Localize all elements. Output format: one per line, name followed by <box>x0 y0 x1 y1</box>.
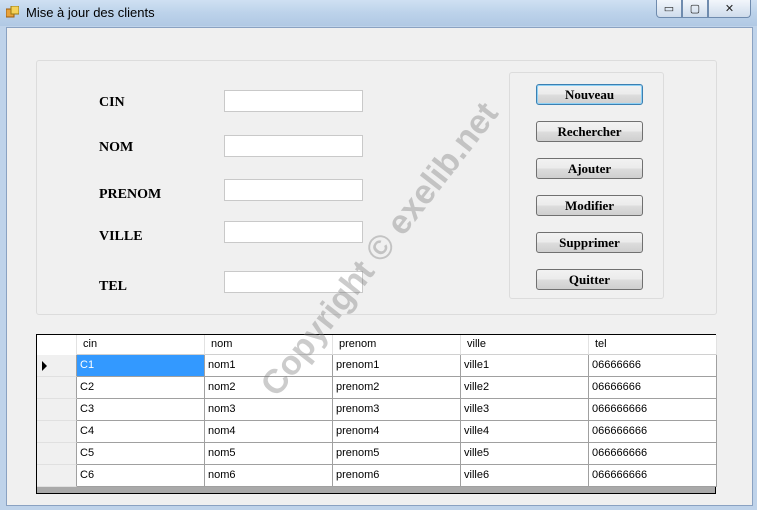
table-row[interactable]: C4 nom4 prenom4 ville4 066666666 <box>37 421 717 443</box>
grid-header: cin nom prenom ville tel <box>37 335 717 355</box>
label-ville: VILLE <box>99 229 143 244</box>
cell-nom[interactable]: nom4 <box>205 421 333 443</box>
close-icon: ✕ <box>724 3 735 15</box>
maximize-button[interactable]: ▢ <box>682 0 708 18</box>
title-bar: Mise à jour des clients ▭ ▢ ✕ <box>0 0 757 26</box>
cell-prenom[interactable]: prenom4 <box>333 421 461 443</box>
cell-prenom[interactable]: prenom3 <box>333 399 461 421</box>
column-header-prenom[interactable]: prenom <box>333 335 461 355</box>
column-header-cin[interactable]: cin <box>77 335 205 355</box>
cell-tel[interactable]: 066666666 <box>589 443 717 465</box>
row-header[interactable] <box>37 377 77 399</box>
tel-field[interactable] <box>224 271 363 293</box>
window-title: Mise à jour des clients <box>26 5 155 20</box>
cell-ville[interactable]: ville6 <box>461 465 589 487</box>
cell-prenom[interactable]: prenom5 <box>333 443 461 465</box>
ville-field[interactable] <box>224 221 363 243</box>
label-tel: TEL <box>99 279 128 294</box>
row-header[interactable] <box>37 421 77 443</box>
ajouter-button[interactable]: Ajouter <box>536 158 643 179</box>
label-cin: CIN <box>99 95 125 110</box>
cell-ville[interactable]: ville5 <box>461 443 589 465</box>
cell-tel[interactable]: 066666666 <box>589 465 717 487</box>
cell-cin[interactable]: C3 <box>77 399 205 421</box>
cell-cin[interactable]: C4 <box>77 421 205 443</box>
cell-nom[interactable]: nom1 <box>205 355 333 377</box>
cell-tel[interactable]: 066666666 <box>589 399 717 421</box>
cell-tel[interactable]: 06666666 <box>589 355 717 377</box>
supprimer-button[interactable]: Supprimer <box>536 232 643 253</box>
table-row[interactable]: C3 nom3 prenom3 ville3 066666666 <box>37 399 717 421</box>
column-header-ville[interactable]: ville <box>461 335 589 355</box>
cell-prenom[interactable]: prenom6 <box>333 465 461 487</box>
app-icon <box>6 6 19 18</box>
close-button[interactable]: ✕ <box>708 0 751 18</box>
cell-nom[interactable]: nom2 <box>205 377 333 399</box>
nom-field[interactable] <box>224 135 363 157</box>
table-row[interactable]: C5 nom5 prenom5 ville5 066666666 <box>37 443 717 465</box>
row-header[interactable] <box>37 399 77 421</box>
prenom-field[interactable] <box>224 179 363 201</box>
button-group: Nouveau Rechercher Ajouter Modifier Supp… <box>509 72 664 299</box>
cell-tel[interactable]: 066666666 <box>589 421 717 443</box>
grid-body: C1 nom1 prenom1 ville1 06666666 C2 nom2 prenom2… <box>37 355 717 487</box>
form-panel: CIN NOM PRENOM VILLE TEL Nouveau Recherc… <box>36 60 717 315</box>
rechercher-button[interactable]: Rechercher <box>536 121 643 142</box>
cell-nom[interactable]: nom5 <box>205 443 333 465</box>
nouveau-button[interactable]: Nouveau <box>536 84 643 105</box>
cell-cin[interactable]: C5 <box>77 443 205 465</box>
cell-nom[interactable]: nom3 <box>205 399 333 421</box>
cell-ville[interactable]: ville4 <box>461 421 589 443</box>
quitter-button[interactable]: Quitter <box>536 269 643 290</box>
label-nom: NOM <box>99 140 134 155</box>
minimize-button[interactable]: ▭ <box>656 0 682 18</box>
grid-corner[interactable] <box>37 335 77 355</box>
row-header[interactable] <box>37 465 77 487</box>
row-header[interactable] <box>37 355 77 377</box>
cin-field[interactable] <box>224 90 363 112</box>
cell-ville[interactable]: ville2 <box>461 377 589 399</box>
row-header[interactable] <box>37 443 77 465</box>
cell-cin[interactable]: C2 <box>77 377 205 399</box>
cell-nom[interactable]: nom6 <box>205 465 333 487</box>
table-row[interactable]: C1 nom1 prenom1 ville1 06666666 <box>37 355 717 377</box>
table-row[interactable]: C2 nom2 prenom2 ville2 06666666 <box>37 377 717 399</box>
cell-cin[interactable]: C6 <box>77 465 205 487</box>
maximize-icon: ▢ <box>689 3 701 15</box>
current-row-arrow-icon <box>42 361 47 371</box>
cell-ville[interactable]: ville3 <box>461 399 589 421</box>
label-prenom: PRENOM <box>99 187 162 202</box>
clients-grid[interactable]: cin nom prenom ville tel C1 nom1 prenom1 vi… <box>36 334 717 494</box>
cell-ville[interactable]: ville1 <box>461 355 589 377</box>
cell-prenom[interactable]: prenom1 <box>333 355 461 377</box>
minimize-icon: ▭ <box>663 3 675 15</box>
cell-prenom[interactable]: prenom2 <box>333 377 461 399</box>
column-header-nom[interactable]: nom <box>205 335 333 355</box>
column-header-tel[interactable]: tel <box>589 335 717 355</box>
client-area: CIN NOM PRENOM VILLE TEL Nouveau Recherc… <box>6 27 753 506</box>
table-row[interactable]: C6 nom6 prenom6 ville6 066666666 <box>37 465 717 487</box>
modifier-button[interactable]: Modifier <box>536 195 643 216</box>
cell-tel[interactable]: 06666666 <box>589 377 717 399</box>
cell-cin[interactable]: C1 <box>77 355 205 377</box>
